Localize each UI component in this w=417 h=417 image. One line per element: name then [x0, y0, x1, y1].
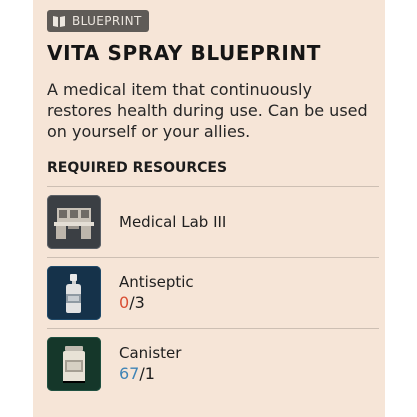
blueprint-card: BLUEPRINT VITA SPRAY BLUEPRINT A medical… [33, 0, 385, 417]
resource-row-medical-lab[interactable]: Medical Lab III [47, 186, 379, 257]
blueprint-icon [53, 16, 65, 27]
required-count: 3 [134, 293, 145, 312]
required-count: 1 [144, 364, 155, 383]
resource-list: Medical Lab III Antiseptic 0/3 Canister … [47, 186, 379, 399]
owned-count: 67 [119, 364, 140, 383]
item-title: VITA SPRAY BLUEPRINT [47, 41, 321, 65]
antiseptic-icon [47, 266, 101, 320]
resource-count: 0/3 [119, 292, 194, 314]
required-resources-heading: REQUIRED RESOURCES [47, 160, 228, 176]
resource-row-antiseptic[interactable]: Antiseptic 0/3 [47, 257, 379, 328]
resource-name: Canister [119, 344, 182, 362]
medical-lab-icon [47, 195, 101, 249]
resource-row-canister[interactable]: Canister 67/1 [47, 328, 379, 399]
resource-name: Medical Lab III [119, 213, 227, 231]
resource-name: Antiseptic [119, 273, 194, 291]
blueprint-tag: BLUEPRINT [47, 10, 149, 32]
canister-icon [47, 337, 101, 391]
tag-label: BLUEPRINT [72, 14, 142, 28]
owned-count: 0 [119, 293, 130, 312]
item-description: A medical item that continuously restore… [47, 80, 368, 141]
resource-count: 67/1 [119, 363, 181, 385]
